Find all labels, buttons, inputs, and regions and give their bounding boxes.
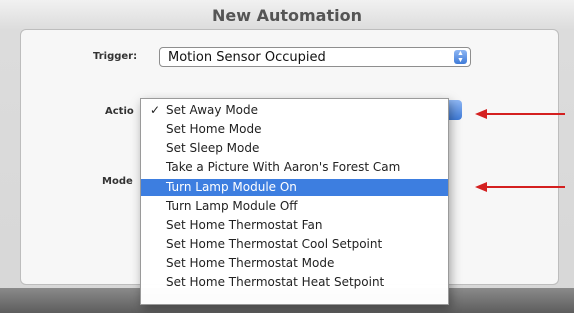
menu-item-label: Set Home Thermostat Heat Setpoint — [166, 275, 385, 289]
menu-item-turn-lamp-off[interactable]: Turn Lamp Module Off — [141, 198, 448, 215]
menu-item-turn-lamp-on[interactable]: Turn Lamp Module On — [141, 179, 448, 196]
menu-item-label: Turn Lamp Module Off — [166, 199, 298, 213]
menu-item-thermostat-mode[interactable]: Set Home Thermostat Mode — [141, 255, 448, 272]
menu-item-take-picture[interactable]: Take a Picture With Aaron's Forest Cam — [141, 159, 448, 176]
mode-label: Mode — [102, 176, 133, 187]
automation-window: New Automation Trigger: Motion Sensor Oc… — [0, 0, 574, 313]
trigger-label: Trigger: — [93, 51, 138, 62]
menu-item-set-home-mode[interactable]: Set Home Mode — [141, 121, 448, 138]
menu-item-label: Set Away Mode — [166, 103, 259, 117]
menu-item-set-sleep-mode[interactable]: Set Sleep Mode — [141, 140, 448, 157]
menu-item-label: Take a Picture With Aaron's Forest Cam — [166, 160, 401, 174]
checkmark-icon: ✓ — [150, 103, 161, 117]
window-title: New Automation — [212, 6, 362, 25]
select-stepper-icon: ▲ ▼ — [454, 50, 467, 64]
menu-item-label: Set Sleep Mode — [166, 141, 260, 155]
trigger-select[interactable]: Motion Sensor Occupied ▲ ▼ — [159, 47, 471, 67]
menu-item-thermostat-cool-setpoint[interactable]: Set Home Thermostat Cool Setpoint — [141, 236, 448, 253]
menu-item-label: Turn Lamp Module On — [166, 180, 297, 194]
menu-item-label: Set Home Thermostat Cool Setpoint — [166, 237, 383, 251]
menu-item-label: Set Home Thermostat Mode — [166, 256, 335, 270]
menu-item-thermostat-fan[interactable]: Set Home Thermostat Fan — [141, 217, 448, 234]
action-label: Actio — [105, 106, 134, 117]
menu-item-label: Set Home Thermostat Fan — [166, 218, 323, 232]
menu-item-set-away-mode[interactable]: ✓ Set Away Mode — [141, 102, 448, 119]
menu-item-label: Set Home Mode — [166, 122, 262, 136]
action-dropdown-menu: ✓ Set Away Mode Set Home Mode Set Sleep … — [140, 98, 449, 305]
menu-item-thermostat-heat-setpoint[interactable]: Set Home Thermostat Heat Setpoint — [141, 274, 448, 291]
trigger-select-value: Motion Sensor Occupied — [168, 50, 326, 65]
action-select[interactable] — [448, 100, 462, 120]
